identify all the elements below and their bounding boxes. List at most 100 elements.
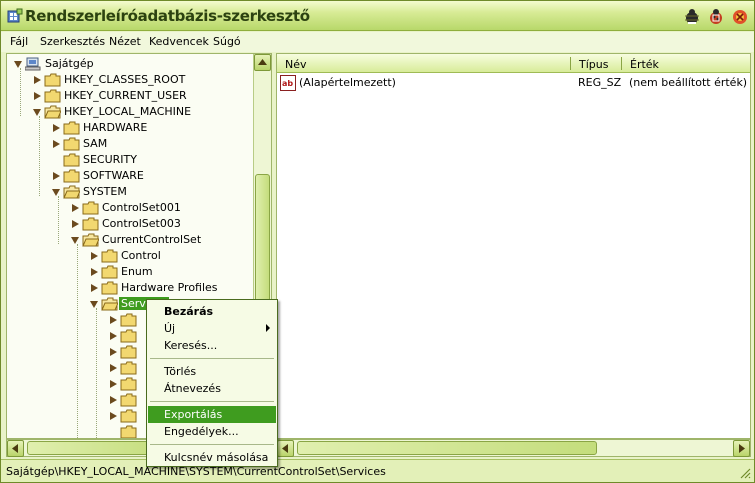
- title-bar[interactable]: Rendszerleíróadatbázis-szerkesztő: [1, 1, 754, 31]
- expanded-arrow-icon[interactable]: [89, 299, 99, 309]
- tree-guide: [39, 116, 40, 196]
- collapsed-arrow-icon[interactable]: [51, 139, 61, 149]
- folder-icon: [120, 313, 137, 327]
- list-horizontal-scrollbar[interactable]: [276, 439, 751, 457]
- menu-item-export[interactable]: Exportálás: [148, 406, 276, 423]
- menu-item-permissions[interactable]: Engedélyek...: [148, 423, 276, 440]
- collapsed-arrow-icon[interactable]: [89, 251, 99, 261]
- tree-label: Hardware Profiles: [121, 281, 218, 294]
- open-folder-icon: [63, 185, 80, 199]
- scroll-left-button[interactable]: [277, 440, 294, 457]
- scroll-right-button[interactable]: [733, 440, 750, 457]
- computer-icon: [25, 57, 41, 71]
- folder-icon: [120, 377, 137, 391]
- scroll-up-button[interactable]: [254, 54, 271, 71]
- column-separator[interactable]: [570, 57, 571, 70]
- collapsed-arrow-icon[interactable]: [70, 219, 80, 229]
- menu-separator: [150, 358, 274, 359]
- folder-icon: [63, 121, 80, 135]
- column-header-name[interactable]: Név: [285, 58, 307, 71]
- list-header: Név Típus Érték: [277, 54, 750, 73]
- tree-label: HKEY_CURRENT_USER: [64, 89, 187, 102]
- collapsed-arrow-icon[interactable]: [32, 75, 42, 85]
- collapsed-arrow-icon[interactable]: [89, 267, 99, 277]
- collapsed-arrow-icon[interactable]: [70, 203, 80, 213]
- menu-item-label: Törlés: [164, 365, 197, 378]
- menu-item-find[interactable]: Keresés...: [148, 337, 276, 354]
- menu-item-label: Bezárás: [164, 305, 214, 318]
- string-value-icon: ab: [280, 75, 296, 91]
- collapsed-arrow-icon[interactable]: [51, 171, 61, 181]
- list-item[interactable]: ab (Alapértelmezett) REG_SZ (nem beállít…: [280, 75, 750, 91]
- expanded-arrow-icon[interactable]: [51, 187, 61, 197]
- scroll-left-button[interactable]: [7, 440, 24, 457]
- column-header-type[interactable]: Típus: [579, 58, 608, 71]
- value-name: (Alapértelmezett): [299, 76, 396, 89]
- menu-favorites[interactable]: Kedvencek: [149, 35, 209, 48]
- collapsed-arrow-icon[interactable]: [51, 123, 61, 133]
- open-folder-icon: [101, 297, 118, 311]
- expanded-arrow-icon[interactable]: [70, 235, 80, 245]
- expanded-arrow-icon[interactable]: [32, 107, 42, 117]
- folder-icon: [120, 361, 137, 375]
- menu-item-new[interactable]: Új: [148, 320, 276, 337]
- value-data: (nem beállított érték): [629, 76, 748, 89]
- collapsed-arrow-icon[interactable]: [32, 91, 42, 101]
- regedit-window: Rendszerleíróadatbázis-szerkesztő Fájl S…: [0, 0, 755, 483]
- collapsed-arrow-icon[interactable]: [108, 411, 118, 421]
- folder-icon: [120, 345, 137, 359]
- menu-file[interactable]: Fájl: [10, 35, 28, 48]
- menu-item-delete[interactable]: Törlés: [148, 363, 276, 380]
- resize-grip-icon[interactable]: [739, 467, 751, 479]
- collapsed-arrow-icon[interactable]: [108, 347, 118, 357]
- folder-icon: [101, 281, 118, 295]
- window-title: Rendszerleíróadatbázis-szerkesztő: [25, 7, 310, 25]
- folder-icon: [82, 217, 99, 231]
- collapsed-arrow-icon[interactable]: [108, 395, 118, 405]
- values-list-pane[interactable]: Név Típus Érték ab (Alapértelmezett) REG…: [276, 53, 751, 439]
- menu-help[interactable]: Súgó: [213, 35, 241, 48]
- collapsed-arrow-icon[interactable]: [89, 283, 99, 293]
- minimize-button[interactable]: [683, 8, 701, 26]
- menu-bar: Fájl Szerkesztés Nézet Kedvencek Súgó: [1, 32, 754, 52]
- folder-icon: [63, 169, 80, 183]
- tree-label: SECURITY: [83, 153, 137, 166]
- regedit-app-icon: [7, 8, 23, 23]
- collapsed-arrow-icon[interactable]: [108, 331, 118, 341]
- scroll-thumb[interactable]: [297, 441, 597, 455]
- status-bar: Sajátgép\HKEY_LOCAL_MACHINE\SYSTEM\Curre…: [1, 459, 754, 482]
- folder-icon: [63, 153, 80, 167]
- expanded-arrow-icon[interactable]: [13, 59, 23, 69]
- menu-edit[interactable]: Szerkesztés: [40, 35, 105, 48]
- tree-label: SYSTEM: [83, 185, 127, 198]
- collapsed-arrow-icon[interactable]: [108, 315, 118, 325]
- menu-item-label: Új: [164, 322, 176, 335]
- svg-text:ab: ab: [282, 79, 293, 88]
- collapsed-arrow-icon[interactable]: [108, 363, 118, 373]
- folder-icon: [120, 329, 137, 343]
- folder-icon: [44, 73, 61, 87]
- menu-view[interactable]: Nézet: [109, 35, 141, 48]
- menu-item-label: Átnevezés: [164, 382, 221, 395]
- context-menu: Bezárás Új Keresés... Törlés Átnevezés E…: [146, 299, 278, 467]
- tree-guide: [20, 68, 21, 116]
- menu-item-collapse[interactable]: Bezárás: [148, 303, 276, 320]
- collapsed-arrow-icon[interactable]: [108, 379, 118, 389]
- menu-item-rename[interactable]: Átnevezés: [148, 380, 276, 397]
- folder-icon: [101, 249, 118, 263]
- tree-label: SAM: [83, 137, 108, 150]
- tree-label: Control: [121, 249, 161, 262]
- column-separator[interactable]: [621, 57, 622, 70]
- folder-icon: [120, 393, 137, 407]
- tree-label: CurrentControlSet: [102, 233, 202, 246]
- tree-label: Sajátgép: [45, 57, 94, 70]
- close-button[interactable]: [731, 8, 749, 26]
- tree-label: ControlSet001: [102, 201, 181, 214]
- tree-label: HKEY_CLASSES_ROOT: [64, 73, 186, 86]
- menu-item-copy-key-name[interactable]: Kulcsnév másolása: [148, 449, 276, 466]
- maximize-button[interactable]: [707, 8, 725, 26]
- column-header-data[interactable]: Érték: [630, 58, 659, 71]
- menu-separator: [150, 401, 274, 402]
- tree-guide: [58, 196, 59, 244]
- folder-icon: [63, 137, 80, 151]
